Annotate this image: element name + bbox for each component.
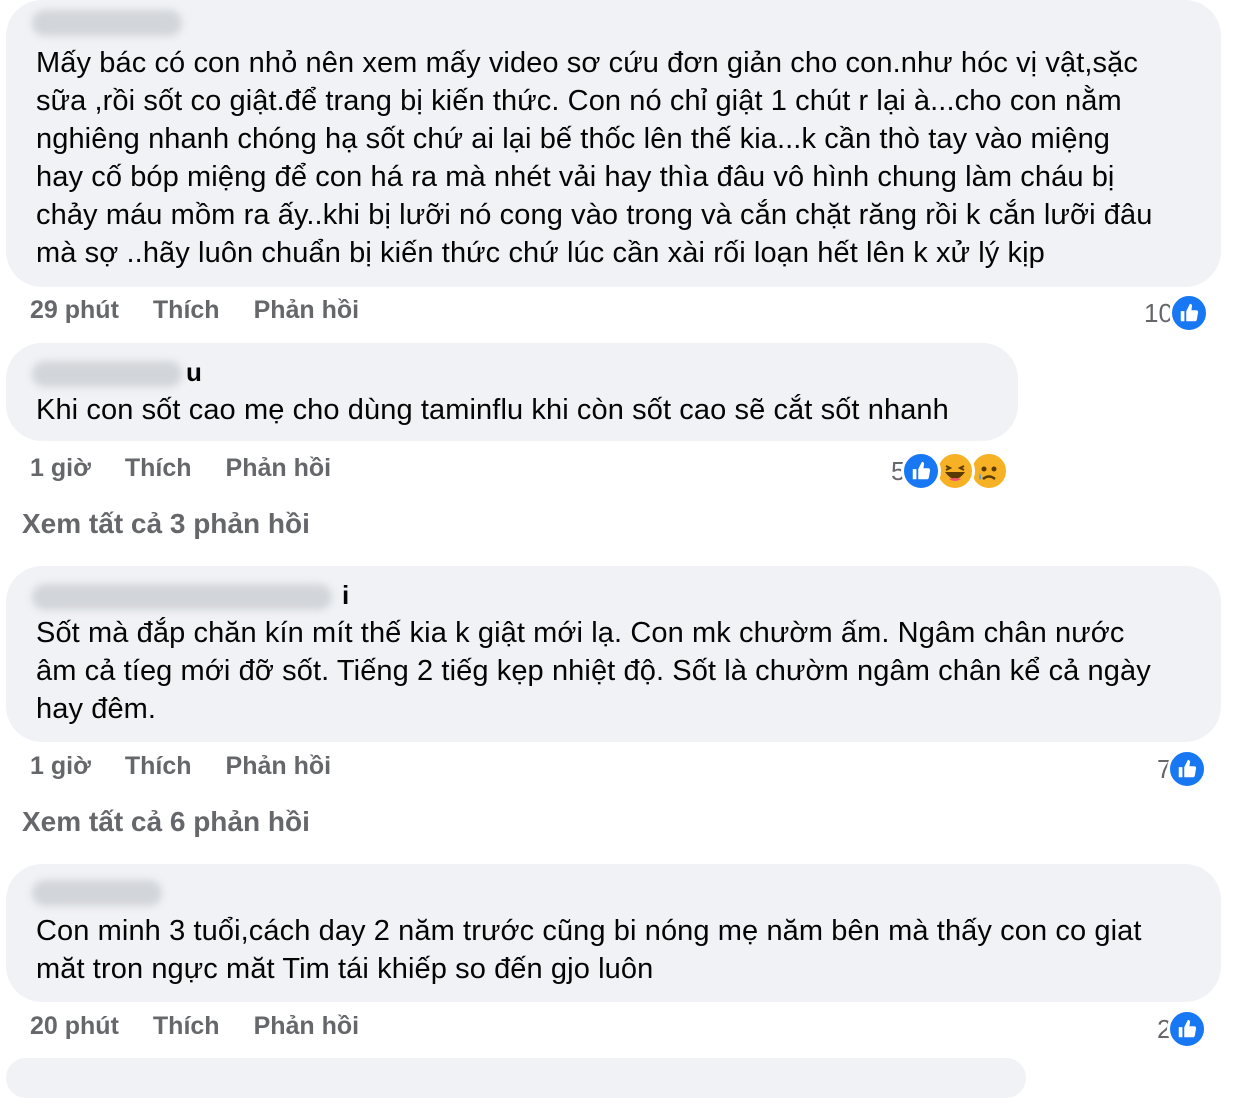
comment-text: Con minh 3 tuổi,cách day 2 năm trước cũn… [36,915,1142,985]
author-name-blurred[interactable] [32,361,182,387]
like-icon [1168,293,1209,333]
comment-time[interactable]: 20 phút [30,1012,119,1041]
comment-actions: 1 giờ Thích Phản hồi [30,752,331,781]
comment-actions: 20 phút Thích Phản hồi [30,1012,359,1041]
view-more-replies[interactable]: Xem tất cả 6 phản hồi [22,806,310,838]
reply-button[interactable]: Phản hồi [226,454,332,483]
like-icon [1167,1009,1208,1049]
reply-button[interactable]: Phản hồi [254,296,360,325]
comment-actions: 1 giờ Thích Phản hồi [30,454,331,483]
like-button[interactable]: Thích [125,752,192,781]
reaction-summary[interactable]: 5 [891,451,1010,491]
reaction-summary[interactable]: 7 [1157,749,1208,789]
comment-bubble-partial [6,1058,1026,1098]
like-icon [1167,749,1208,789]
comment-text: Mấy bác có con nhỏ nên xem mấy video sơ … [36,47,1153,269]
author-name-blurred[interactable] [32,880,162,906]
haha-icon [935,451,976,491]
comment-time[interactable]: 29 phút [30,296,119,325]
reply-button[interactable]: Phản hồi [254,1012,360,1041]
sad-icon [969,451,1010,491]
author-name-blurred[interactable] [32,10,182,36]
author-name-tail: i [342,580,350,610]
author-name-tail: u [186,357,202,387]
comment-bubble: i Sốt mà đắp chăn kín mít thế kia k giật… [6,566,1221,742]
reaction-summary[interactable]: 2 [1157,1009,1208,1049]
comment-bubble: u Khi con sốt cao mẹ cho dùng taminflu k… [6,343,1018,441]
like-button[interactable]: Thích [125,454,192,483]
author-name-blurred[interactable] [32,584,332,610]
comment-text: Sốt mà đắp chăn kín mít thế kia k giật m… [36,617,1151,725]
like-button[interactable]: Thích [153,296,220,325]
view-more-label[interactable]: Xem tất cả 6 phản hồi [22,806,310,838]
reaction-summary[interactable]: 10 [1144,293,1209,333]
comment-time[interactable]: 1 giờ [30,454,91,483]
reply-button[interactable]: Phản hồi [226,752,332,781]
comment-bubble: Con minh 3 tuổi,cách day 2 năm trước cũn… [6,864,1221,1002]
comment-bubble: Mấy bác có con nhỏ nên xem mấy video sơ … [6,0,1221,287]
comment-actions: 29 phút Thích Phản hồi [30,296,359,325]
comment-text: Khi con sốt cao mẹ cho dùng taminflu khi… [36,394,949,426]
like-icon [901,451,942,491]
view-more-replies[interactable]: Xem tất cả 3 phản hồi [22,508,310,540]
comment-time[interactable]: 1 giờ [30,752,91,781]
like-button[interactable]: Thích [153,1012,220,1041]
view-more-label[interactable]: Xem tất cả 3 phản hồi [22,508,310,540]
